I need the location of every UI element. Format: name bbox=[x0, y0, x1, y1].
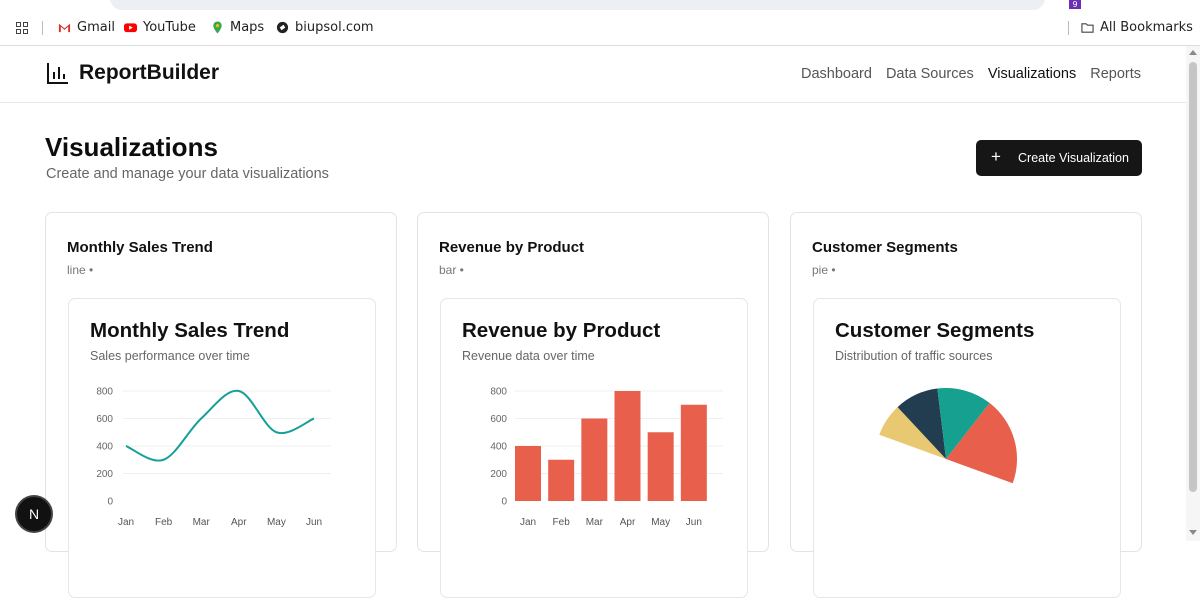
chart-preview: Monthly Sales Trend Sales performance ov… bbox=[68, 298, 376, 598]
card-title: Monthly Sales Trend bbox=[67, 239, 213, 256]
globe-icon bbox=[276, 21, 289, 34]
bookmark-label: biupsol.com bbox=[295, 20, 374, 35]
y-tick-label: 800 bbox=[96, 387, 113, 398]
card-chart-type: line • bbox=[67, 263, 93, 277]
card-title: Customer Segments bbox=[812, 239, 958, 256]
bar bbox=[581, 419, 607, 502]
bar bbox=[648, 432, 674, 501]
series-line bbox=[126, 391, 314, 461]
chart-title: Revenue by Product bbox=[462, 319, 660, 343]
bookmarks-bar: Gmail YouTube Maps biupsol.com All Bookm… bbox=[0, 14, 1200, 42]
create-visualization-button[interactable]: + Create Visualization bbox=[976, 140, 1142, 176]
chart-subtitle: Distribution of traffic sources bbox=[835, 349, 992, 363]
chart-preview: Revenue by Product Revenue data over tim… bbox=[440, 298, 748, 598]
bookmark-biupsol[interactable]: biupsol.com bbox=[276, 20, 374, 35]
x-tick-label: Mar bbox=[193, 517, 211, 528]
y-tick-label: 0 bbox=[107, 497, 113, 508]
x-tick-label: Jun bbox=[306, 517, 322, 528]
gmail-icon bbox=[58, 21, 71, 34]
y-tick-label: 600 bbox=[96, 414, 113, 425]
y-tick-label: 0 bbox=[501, 497, 507, 508]
nav-link-dashboard[interactable]: Dashboard bbox=[801, 66, 872, 82]
bookmark-label: Gmail bbox=[77, 20, 115, 35]
card-chart-type: pie • bbox=[812, 263, 836, 277]
apps-grid-icon[interactable] bbox=[16, 22, 28, 34]
main-nav: Dashboard Data Sources Visualizations Re… bbox=[801, 66, 1141, 82]
brand-title: ReportBuilder bbox=[79, 61, 219, 85]
visualization-card-pie[interactable]: Customer Segments pie • Customer Segment… bbox=[790, 212, 1142, 552]
pie-chart bbox=[814, 369, 1122, 539]
bar-chart: 800 600 400 200 0 Jan Feb Mar Apr May Jun bbox=[441, 369, 749, 539]
bookmark-label: Maps bbox=[230, 20, 264, 35]
nav-link-reports[interactable]: Reports bbox=[1090, 66, 1141, 82]
bookmark-youtube[interactable]: YouTube bbox=[124, 20, 196, 35]
create-visualization-label: Create Visualization bbox=[1018, 151, 1129, 165]
extension-badge[interactable]: 9 bbox=[1069, 0, 1081, 9]
nav-link-data-sources[interactable]: Data Sources bbox=[886, 66, 974, 82]
bookmarks-divider bbox=[42, 21, 43, 35]
bar bbox=[681, 405, 707, 501]
x-tick-label: Mar bbox=[586, 517, 604, 528]
page-subtitle: Create and manage your data visualizatio… bbox=[46, 166, 329, 182]
bar bbox=[615, 391, 641, 501]
y-tick-label: 400 bbox=[490, 442, 507, 453]
bookmark-gmail[interactable]: Gmail bbox=[58, 20, 115, 35]
bar bbox=[515, 446, 541, 501]
chart-preview: Customer Segments Distribution of traffi… bbox=[813, 298, 1121, 598]
chart-title: Customer Segments bbox=[835, 319, 1034, 343]
browser-toolbar: 9 Gmail YouTube Maps biupsol.com All Boo… bbox=[0, 0, 1200, 46]
x-tick-label: Feb bbox=[553, 517, 571, 528]
y-tick-label: 800 bbox=[490, 387, 507, 398]
youtube-icon bbox=[124, 21, 137, 34]
card-chart-type: bar • bbox=[439, 263, 464, 277]
all-bookmarks-label: All Bookmarks bbox=[1100, 20, 1193, 35]
scrollbar-thumb[interactable] bbox=[1189, 62, 1197, 492]
brand-logo[interactable]: ReportBuilder bbox=[46, 61, 219, 85]
page-scrollbar[interactable] bbox=[1186, 46, 1200, 541]
bookmark-label: YouTube bbox=[143, 20, 196, 35]
y-tick-label: 400 bbox=[96, 442, 113, 453]
x-tick-label: Jan bbox=[520, 517, 536, 528]
x-tick-label: Apr bbox=[620, 517, 636, 528]
scroll-up-arrow-icon[interactable] bbox=[1189, 50, 1197, 55]
y-tick-label: 600 bbox=[490, 414, 507, 425]
chart-subtitle: Sales performance over time bbox=[90, 349, 250, 363]
y-tick-label: 200 bbox=[490, 469, 507, 480]
x-tick-label: Jun bbox=[686, 517, 702, 528]
line-chart: 800 600 400 200 0 Jan Feb Mar Apr May Jun bbox=[69, 369, 377, 539]
bar-chart-icon bbox=[46, 61, 70, 85]
maps-pin-icon bbox=[211, 21, 224, 34]
address-bar[interactable] bbox=[110, 0, 1045, 10]
visualization-card-line[interactable]: Monthly Sales Trend line • Monthly Sales… bbox=[45, 212, 397, 552]
y-tick-label: 200 bbox=[96, 469, 113, 480]
all-bookmarks-button[interactable]: All Bookmarks bbox=[1081, 20, 1193, 35]
x-tick-label: Apr bbox=[231, 517, 247, 528]
x-tick-label: Jan bbox=[118, 517, 134, 528]
chart-subtitle: Revenue data over time bbox=[462, 349, 595, 363]
bookmarks-divider bbox=[1068, 21, 1069, 35]
chart-title: Monthly Sales Trend bbox=[90, 319, 289, 343]
bar bbox=[548, 460, 574, 501]
card-title: Revenue by Product bbox=[439, 239, 584, 256]
scroll-down-arrow-icon[interactable] bbox=[1189, 530, 1197, 535]
page-title: Visualizations bbox=[45, 132, 218, 163]
folder-icon bbox=[1081, 21, 1094, 34]
plus-icon: + bbox=[991, 147, 1001, 167]
bookmark-maps[interactable]: Maps bbox=[211, 20, 264, 35]
dev-tools-badge[interactable]: N bbox=[17, 497, 51, 531]
visualization-card-bar[interactable]: Revenue by Product bar • Revenue by Prod… bbox=[417, 212, 769, 552]
x-tick-label: May bbox=[267, 517, 286, 528]
app-header: ReportBuilder Dashboard Data Sources Vis… bbox=[0, 47, 1186, 103]
x-tick-label: May bbox=[651, 517, 670, 528]
nav-link-visualizations[interactable]: Visualizations bbox=[988, 66, 1076, 82]
x-tick-label: Feb bbox=[155, 517, 173, 528]
